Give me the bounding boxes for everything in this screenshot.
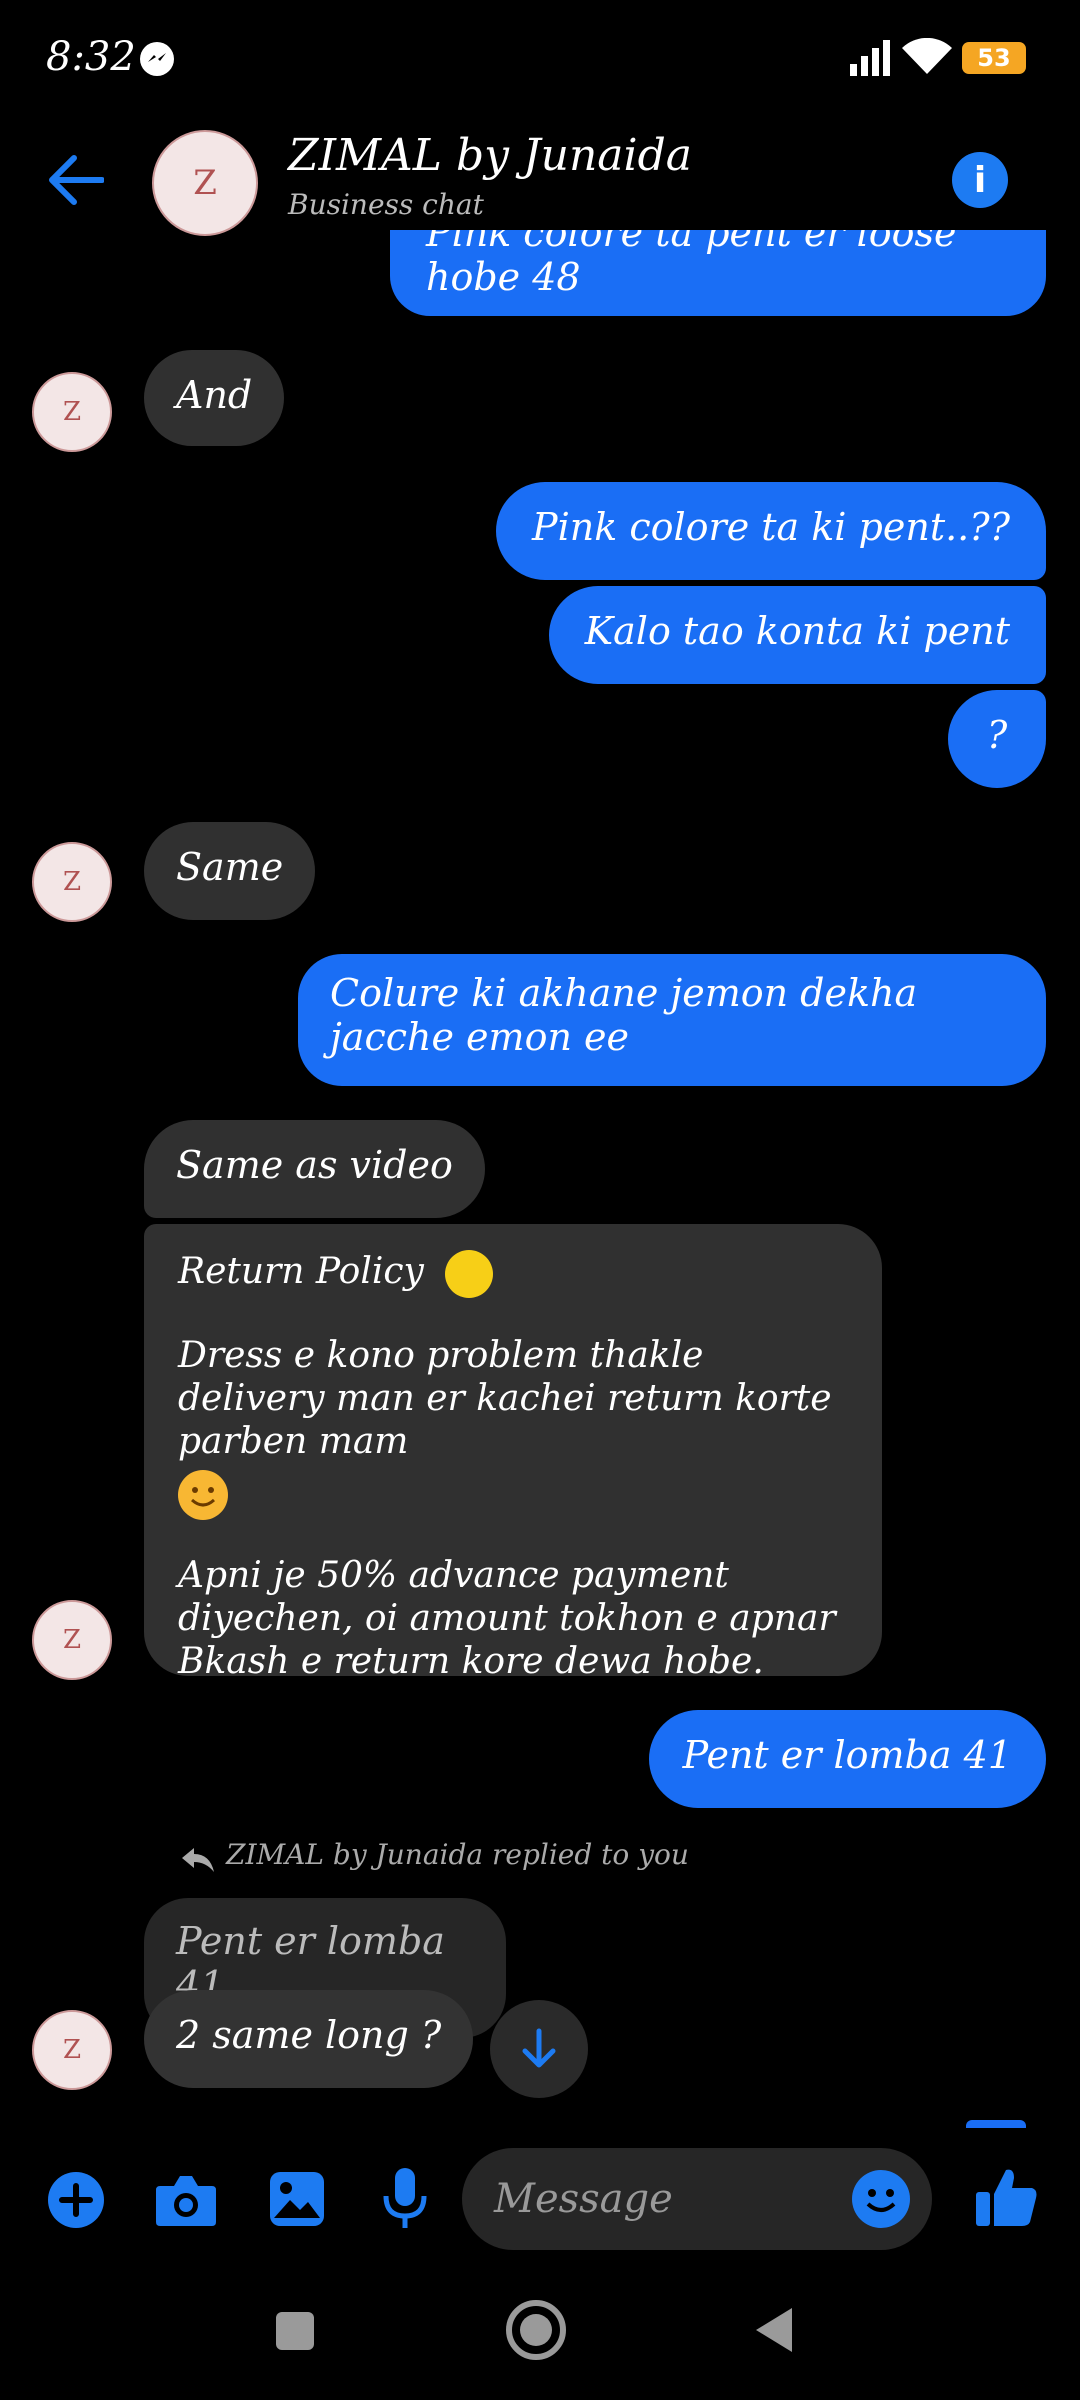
recents-button[interactable] [276, 2312, 314, 2350]
chat-type-label: Business chat [288, 188, 484, 221]
incoming-message[interactable]: 2 same long ? [144, 1990, 474, 2088]
return-policy-message[interactable]: Return Policy Dress e kono problem thakl… [144, 1224, 882, 1682]
back-arrow-icon[interactable] [48, 154, 105, 210]
emoji-icon[interactable] [852, 2170, 910, 2228]
sender-avatar[interactable]: Z [32, 1600, 112, 1680]
back-button[interactable] [754, 2306, 794, 2358]
outgoing-message[interactable]: Kalo tao konta ki pent [548, 586, 1046, 684]
message-text: Pink colore ta pent er loose hobe 48 [426, 230, 957, 299]
incoming-message[interactable]: Same as video [144, 1120, 485, 1218]
sender-avatar[interactable]: Z [32, 2010, 112, 2090]
scroll-to-bottom-button[interactable] [490, 2000, 588, 2098]
message-text: Colure ki akhane jemon dekha jacche emon… [330, 971, 918, 1059]
avatar-initial: Z [193, 163, 217, 203]
yellow-circle-icon [445, 1250, 494, 1298]
outgoing-message[interactable]: Pink colore ta pent er loose hobe 48 [390, 230, 1046, 316]
contact-avatar[interactable]: Z [152, 130, 258, 236]
message-text: Same as video [176, 1143, 453, 1187]
message-text: Pink colore ta ki pent..?? [532, 505, 1010, 549]
incoming-message[interactable]: Same [144, 822, 316, 920]
outgoing-message[interactable]: Colure ki akhane jemon dekha jacche emon… [298, 954, 1046, 1086]
signal-icon [850, 40, 894, 80]
thumbs-up-icon[interactable] [974, 2164, 1040, 2234]
gallery-icon[interactable] [268, 2170, 326, 2232]
microphone-icon[interactable] [382, 2166, 428, 2236]
camera-icon[interactable] [154, 2172, 218, 2232]
policy-paragraph: Dress e kono problem thakle delivery man… [178, 1335, 832, 1463]
policy-paragraph: Apni je 50% advance payment diyechen, oi… [178, 1554, 836, 1682]
message-placeholder: Message [494, 2176, 673, 2222]
arrow-down-icon [522, 2028, 556, 2068]
smiling-face-icon [178, 1469, 228, 1520]
message-text: Same [176, 845, 284, 889]
message-text: ? [986, 713, 1008, 757]
outgoing-message[interactable]: ? [948, 690, 1046, 788]
add-icon[interactable] [46, 2170, 106, 2234]
battery-indicator: 53 [962, 42, 1026, 74]
reply-note: ZIMAL by Junaida replied to you [226, 1838, 689, 1871]
incoming-message[interactable]: And [144, 350, 285, 446]
message-text: Pent er lomba 41 [682, 1733, 1012, 1777]
status-time: 8:32 [46, 34, 136, 80]
sender-avatar[interactable]: Z [32, 842, 112, 922]
message-text: Kalo tao konta ki pent [584, 609, 1010, 653]
messenger-notification-icon [140, 42, 174, 76]
outgoing-message[interactable]: Pent er lomba 41 [648, 1710, 1046, 1808]
sender-avatar[interactable]: Z [32, 372, 112, 452]
typing-indicator-edge [966, 2120, 1026, 2128]
message-text: 2 same long ? [176, 2013, 442, 2057]
contact-name[interactable]: ZIMAL by Junaida [288, 130, 692, 181]
outgoing-message[interactable]: Pink colore ta ki pent..?? [496, 482, 1046, 580]
message-text: And [176, 373, 253, 417]
info-icon[interactable]: i [952, 152, 1008, 208]
wifi-icon [902, 37, 952, 80]
home-button-dot [520, 2314, 552, 2346]
policy-title: Return Policy [178, 1251, 424, 1292]
reply-arrow-icon [180, 1846, 216, 1878]
